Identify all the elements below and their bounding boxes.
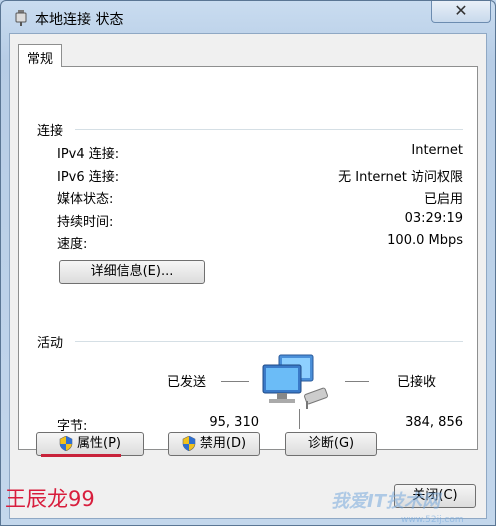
network-adapter-icon xyxy=(15,10,27,26)
properties-label: 属性(P) xyxy=(77,436,121,451)
section-divider xyxy=(75,341,463,342)
uac-shield-icon xyxy=(182,436,196,451)
sent-line xyxy=(221,381,249,382)
ipv4-label: IPv4 连接: xyxy=(57,147,120,162)
disable-label: 禁用(D) xyxy=(199,436,247,451)
activity-section-title: 活动 xyxy=(37,336,64,351)
general-panel: 连接 IPv4 连接: Internet IPv6 连接: 无 Internet… xyxy=(18,66,478,450)
duration-label: 持续时间: xyxy=(57,215,114,230)
ipv6-value: 无 Internet 访问权限 xyxy=(338,170,463,185)
highlight-underline xyxy=(41,454,121,457)
ipv4-value: Internet xyxy=(411,143,463,158)
site-url-watermark: www.52ij.com xyxy=(401,515,464,525)
activity-separator xyxy=(299,409,300,429)
speed-label: 速度: xyxy=(57,237,88,252)
disable-button[interactable]: 禁用(D) xyxy=(168,432,260,456)
uac-shield-icon xyxy=(59,436,73,451)
bytes-received-value: 384, 856 xyxy=(405,415,463,430)
site-watermark: 我爱IT技术网 xyxy=(331,491,440,512)
network-computers-icon xyxy=(262,354,328,409)
received-label: 已接收 xyxy=(397,375,437,390)
diagnose-button[interactable]: 诊断(G) xyxy=(285,432,377,456)
title-bar[interactable]: 本地连接 状态 ✕ xyxy=(1,1,495,35)
window-title: 本地连接 状态 xyxy=(35,12,124,28)
author-watermark: 王辰龙99 xyxy=(5,487,95,511)
ipv6-label: IPv6 连接: xyxy=(57,170,120,185)
duration-value: 03:29:19 xyxy=(404,211,463,226)
tab-general[interactable]: 常规 xyxy=(18,44,62,67)
received-line xyxy=(345,381,369,382)
speed-value: 100.0 Mbps xyxy=(387,233,463,248)
bytes-sent-value: 95, 310 xyxy=(209,415,259,430)
media-state-label: 媒体状态: xyxy=(57,192,114,207)
details-button[interactable]: 详细信息(E)... xyxy=(59,260,205,284)
status-dialog: 本地连接 状态 ✕ 常规 连接 IPv4 连接: Internet IPv6 连… xyxy=(0,0,496,526)
section-divider xyxy=(75,129,463,130)
connection-section-title: 连接 xyxy=(37,124,64,139)
close-icon: ✕ xyxy=(454,1,468,20)
media-state-value: 已启用 xyxy=(423,192,463,207)
window-close-button[interactable]: ✕ xyxy=(431,1,491,23)
properties-button[interactable]: 属性(P) xyxy=(36,432,144,456)
dialog-body: 常规 连接 IPv4 连接: Internet IPv6 连接: 无 Inter… xyxy=(9,33,487,519)
sent-label: 已发送 xyxy=(167,375,207,390)
